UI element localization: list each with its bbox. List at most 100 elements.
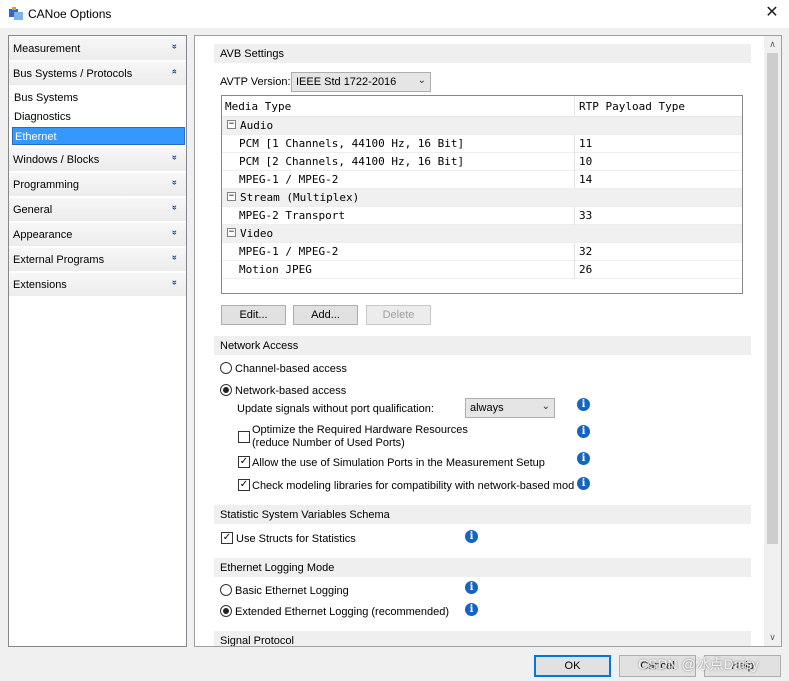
- payload-type-cell: 14: [579, 173, 593, 186]
- avtp-version-value: IEEE Std 1722-2016: [296, 76, 397, 88]
- nav-item-diagnostics[interactable]: Diagnostics: [12, 108, 185, 126]
- group-row-audio[interactable]: − Audio: [222, 117, 742, 135]
- nav-category-extensions[interactable]: Extensions »: [9, 273, 186, 297]
- info-icon[interactable]: i: [465, 603, 478, 616]
- section-ethernet-logging-mode: Ethernet Logging Mode: [214, 558, 751, 577]
- avtp-version-dropdown[interactable]: IEEE Std 1722-2016 ⌄: [291, 72, 431, 92]
- update-signals-dropdown[interactable]: always ⌄: [465, 398, 555, 418]
- update-signals-label: Update signals without port qualificatio…: [237, 403, 434, 415]
- table-row[interactable]: PCM [1 Channels, 44100 Hz, 16 Bit] 11: [222, 135, 742, 153]
- nav-category-label: Programming: [13, 179, 80, 191]
- expand-chevron-icon: »: [169, 179, 180, 185]
- allow-simulation-ports-label: Allow the use of Simulation Ports in the…: [252, 457, 545, 469]
- optimize-hardware-label: Optimize the Required Hardware Resources: [252, 424, 468, 436]
- nav-category-general[interactable]: General »: [9, 198, 186, 222]
- info-icon[interactable]: i: [465, 581, 478, 594]
- delete-button[interactable]: Delete: [366, 305, 431, 325]
- column-header-rtp-payload-type[interactable]: RTP Payload Type: [579, 100, 685, 113]
- section-title: Network Access: [220, 340, 299, 352]
- collapse-icon[interactable]: −: [227, 228, 236, 237]
- collapse-icon[interactable]: −: [227, 120, 236, 129]
- optimize-hardware-checkbox[interactable]: [238, 431, 250, 443]
- column-header-media-type[interactable]: Media Type: [225, 100, 291, 113]
- info-icon[interactable]: i: [577, 477, 590, 490]
- window-title: CANoe Options: [28, 7, 112, 21]
- column-separator: [574, 243, 575, 261]
- payload-type-cell: 32: [579, 245, 593, 258]
- optimize-hardware-sublabel: (reduce Number of Used Ports): [252, 437, 405, 449]
- info-icon[interactable]: i: [577, 452, 590, 465]
- collapse-icon[interactable]: −: [227, 192, 236, 201]
- basic-ethernet-logging-label: Basic Ethernet Logging: [235, 585, 349, 597]
- section-title: AVB Settings: [220, 48, 284, 60]
- scrollbar-thumb[interactable]: [767, 53, 778, 544]
- table-row[interactable]: MPEG-1 / MPEG-2 14: [222, 171, 742, 189]
- group-label: Video: [240, 227, 274, 240]
- ok-button[interactable]: OK: [534, 655, 611, 677]
- expand-chevron-icon: »: [169, 279, 180, 285]
- group-row-stream-multiplex[interactable]: − Stream (Multiplex): [222, 189, 742, 207]
- network-based-access-label: Network-based access: [235, 385, 347, 397]
- section-network-access: Network Access: [214, 336, 751, 355]
- allow-simulation-ports-checkbox[interactable]: ✓: [238, 456, 250, 468]
- table-row[interactable]: PCM [2 Channels, 44100 Hz, 16 Bit] 10: [222, 153, 742, 171]
- group-row-video[interactable]: − Video: [222, 225, 742, 243]
- extended-ethernet-logging-radio[interactable]: [220, 605, 232, 617]
- vertical-scrollbar[interactable]: ∧ ∨: [764, 36, 781, 646]
- section-title: Statistic System Variables Schema: [220, 509, 390, 521]
- payload-type-cell: 26: [579, 263, 593, 276]
- nav-category-bus-systems-protocols[interactable]: Bus Systems / Protocols «: [9, 62, 186, 86]
- nav-item-bus-systems[interactable]: Bus Systems: [12, 89, 185, 107]
- nav-item-ethernet[interactable]: Ethernet: [12, 127, 185, 145]
- group-label: Stream (Multiplex): [240, 191, 360, 204]
- table-row[interactable]: MPEG-2 Transport 33: [222, 207, 742, 225]
- table-row[interactable]: Motion JPEG 26: [222, 261, 742, 279]
- add-button[interactable]: Add...: [293, 305, 358, 325]
- column-separator: [574, 171, 575, 189]
- settings-panel: AVB Settings AVTP Version: IEEE Std 1722…: [194, 35, 782, 647]
- column-separator: [574, 135, 575, 153]
- collapse-chevron-icon: «: [169, 68, 180, 74]
- check-modeling-libraries-checkbox[interactable]: ✓: [238, 479, 250, 491]
- expand-chevron-icon: »: [169, 229, 180, 235]
- nav-category-label: Extensions: [13, 279, 67, 291]
- info-icon[interactable]: i: [577, 425, 590, 438]
- nav-category-label: External Programs: [13, 254, 105, 266]
- info-icon[interactable]: i: [465, 530, 478, 543]
- network-based-access-radio[interactable]: [220, 384, 232, 396]
- expand-chevron-icon: »: [169, 43, 180, 49]
- title-bar: CANoe Options ✕: [0, 0, 789, 28]
- expand-chevron-icon: »: [169, 204, 180, 210]
- scroll-up-icon[interactable]: ∧: [764, 36, 781, 53]
- scroll-down-icon[interactable]: ∨: [764, 629, 781, 646]
- basic-ethernet-logging-radio[interactable]: [220, 584, 232, 596]
- nav-category-external-programs[interactable]: External Programs »: [9, 248, 186, 272]
- media-type-cell: Motion JPEG: [239, 263, 312, 276]
- canoe-app-icon: [9, 7, 23, 20]
- channel-based-access-radio[interactable]: [220, 362, 232, 374]
- media-type-cell: MPEG-2 Transport: [239, 209, 345, 222]
- nav-category-appearance[interactable]: Appearance »: [9, 223, 186, 247]
- group-label: Audio: [240, 119, 274, 132]
- chevron-down-icon: ⌄: [417, 75, 426, 86]
- close-icon[interactable]: ✕: [763, 3, 781, 23]
- info-icon[interactable]: i: [577, 398, 590, 411]
- nav-category-label: Windows / Blocks: [13, 154, 100, 166]
- options-navigation: Measurement » Bus Systems / Protocols « …: [8, 35, 187, 647]
- extended-ethernet-logging-label: Extended Ethernet Logging (recommended): [235, 606, 450, 618]
- nav-category-windows-blocks[interactable]: Windows / Blocks »: [9, 148, 186, 172]
- table-row[interactable]: MPEG-1 / MPEG-2 32: [222, 243, 742, 261]
- nav-category-measurement[interactable]: Measurement »: [9, 37, 186, 61]
- section-statistic-system-variables: Statistic System Variables Schema: [214, 505, 751, 524]
- media-type-cell: MPEG-1 / MPEG-2: [239, 245, 339, 258]
- watermark: CSDN @冰点Daisy: [638, 656, 759, 672]
- check-modeling-libraries-label: Check modeling libraries for compatibili…: [252, 480, 575, 492]
- use-structs-checkbox[interactable]: ✓: [221, 532, 233, 544]
- column-separator: [574, 153, 575, 171]
- nav-category-label: Bus Systems / Protocols: [13, 68, 133, 80]
- edit-button[interactable]: Edit...: [221, 305, 286, 325]
- nav-category-programming[interactable]: Programming »: [9, 173, 186, 197]
- expand-chevron-icon: »: [169, 154, 180, 160]
- payload-type-cell: 33: [579, 209, 593, 222]
- update-signals-value: always: [470, 402, 504, 414]
